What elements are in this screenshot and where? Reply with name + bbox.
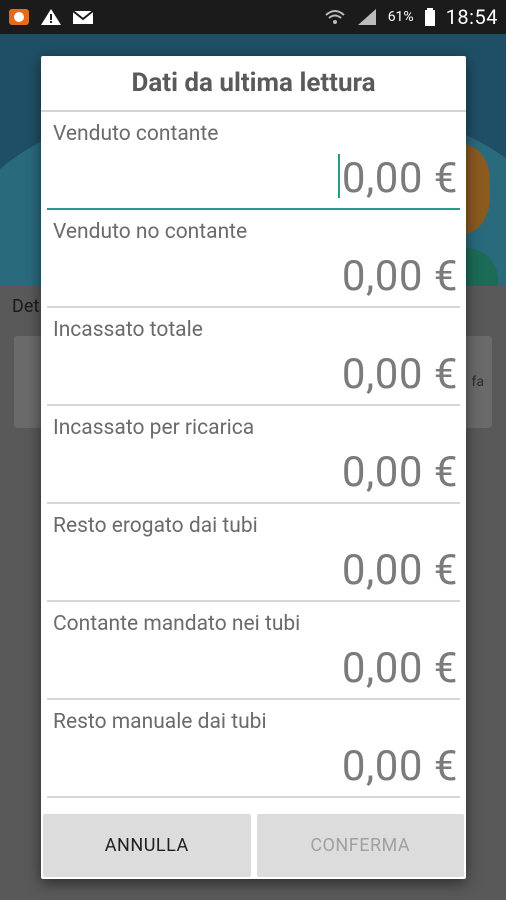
field-label: Incassato per ricarica bbox=[53, 416, 255, 440]
field-label: Resto erogato dai tubi bbox=[53, 514, 258, 538]
field-input[interactable]: 0,00 € bbox=[337, 154, 458, 203]
signal-icon bbox=[356, 8, 378, 26]
field-input[interactable]: 0,00 € bbox=[342, 252, 458, 301]
field-input[interactable]: 0,00 € bbox=[342, 546, 458, 595]
clock: 18:54 bbox=[445, 5, 498, 29]
reading-dialog: Dati da ultima lettura Venduto contante … bbox=[41, 56, 466, 879]
warning-icon bbox=[40, 8, 62, 26]
field-resto-erogato[interactable]: Resto erogato dai tubi 0,00 € bbox=[47, 504, 460, 602]
confirm-button[interactable]: CONFERMA bbox=[256, 814, 464, 877]
field-label: Venduto no contante bbox=[53, 220, 248, 244]
status-bar: 61% 18:54 bbox=[0, 0, 506, 34]
cancel-button[interactable]: ANNULLA bbox=[43, 814, 251, 877]
background-card-text: fa bbox=[471, 374, 484, 390]
field-input[interactable]: 0,00 € bbox=[342, 350, 458, 399]
field-input[interactable]: 0,00 € bbox=[342, 644, 458, 693]
field-incassato-totale[interactable]: Incassato totale 0,00 € bbox=[47, 308, 460, 406]
mail-icon bbox=[72, 8, 94, 26]
field-input[interactable]: 0,00 € bbox=[342, 742, 458, 791]
field-label: Venduto contante bbox=[53, 122, 219, 146]
field-venduto-contante[interactable]: Venduto contante 0,00 € bbox=[47, 112, 460, 210]
field-input[interactable]: 0,00 € bbox=[342, 448, 458, 497]
field-label: Contante mandato nei tubi bbox=[53, 612, 301, 636]
field-resto-manuale[interactable]: Resto manuale dai tubi 0,00 € bbox=[47, 700, 460, 798]
background-partial-text: Det bbox=[12, 296, 40, 317]
battery-percent: 61% bbox=[387, 9, 414, 25]
dialog-buttons: ANNULLA CONFERMA bbox=[41, 814, 466, 879]
field-label: Resto manuale dai tubi bbox=[53, 710, 267, 734]
dialog-title: Dati da ultima lettura bbox=[41, 56, 466, 112]
wifi-icon bbox=[324, 8, 346, 26]
app-notification-icon bbox=[8, 8, 30, 26]
field-incassato-ricarica[interactable]: Incassato per ricarica 0,00 € bbox=[47, 406, 460, 504]
fields-list[interactable]: Venduto contante 0,00 € Venduto no conta… bbox=[41, 112, 466, 814]
field-contante-tubi[interactable]: Contante mandato nei tubi 0,00 € bbox=[47, 602, 460, 700]
text-cursor bbox=[337, 154, 340, 198]
battery-icon bbox=[424, 8, 436, 26]
field-label: Incassato totale bbox=[53, 318, 203, 342]
field-venduto-no-contante[interactable]: Venduto no contante 0,00 € bbox=[47, 210, 460, 308]
